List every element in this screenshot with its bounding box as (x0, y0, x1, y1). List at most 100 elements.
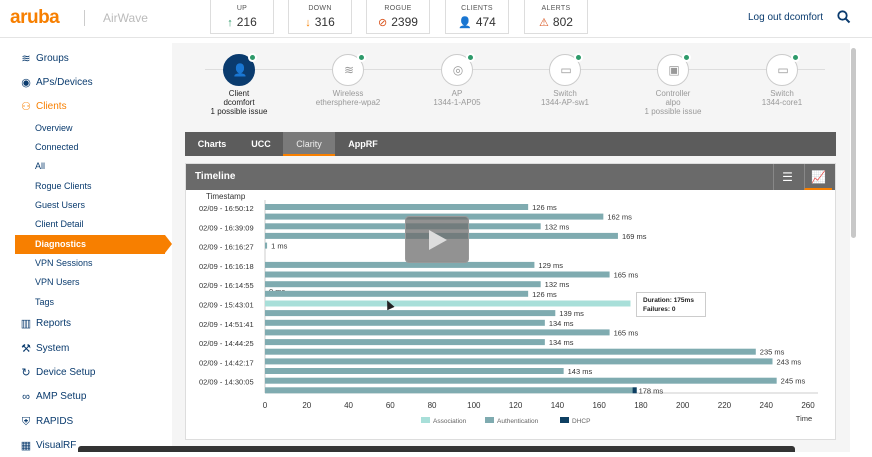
sidebar-item-label: All (35, 161, 46, 171)
legend-swatch (421, 417, 430, 423)
sidebar-subitem-client-detail[interactable]: Client Detail (15, 215, 172, 234)
video-play-button[interactable] (405, 216, 469, 263)
node-type: Switch (770, 89, 794, 98)
sidebar-subitem-all[interactable]: All (15, 157, 172, 176)
ap-icon: ◉ (21, 77, 31, 89)
node-name: alpo (665, 98, 681, 107)
timeline-bar-authentication (265, 281, 541, 288)
sidebar-item-label: VPN Users (35, 277, 80, 287)
flow-node-core-switch[interactable]: ▭ Switch 1344-core1 (737, 53, 827, 107)
bar-value-label: 132 ms (545, 280, 570, 289)
sidebar-subitem-vpn-users[interactable]: VPN Users (15, 273, 172, 292)
sidebar-item-label: VPN Sessions (35, 258, 93, 268)
logout-link[interactable]: Log out dcomfort (748, 12, 823, 23)
sidebar-item-label: Groups (36, 53, 69, 64)
sidebar-item-label: Device Setup (36, 367, 96, 378)
sidebar-item-label: Connected (35, 142, 79, 152)
status-dot (682, 53, 691, 62)
sidebar-item-label: Rogue Clients (35, 181, 92, 191)
timeline-bar-authentication (265, 348, 756, 355)
rogue-icon: ⊘ (378, 17, 388, 29)
sidebar-subitem-connected[interactable]: Connected (15, 138, 172, 157)
x-tick-label: 140 (551, 401, 565, 410)
x-tick-label: 180 (634, 401, 648, 410)
tab-charts[interactable]: Charts (185, 132, 239, 156)
flow-node-ap[interactable]: ◎ AP 1344-1-AP05 (412, 53, 502, 107)
users-icon: ⚇ (21, 101, 31, 113)
stat-alerts[interactable]: ALERTS ⚠ 802 (524, 0, 588, 34)
arrow-up-icon: ↑ (227, 17, 233, 29)
bar-value-label: 129 ms (538, 261, 563, 270)
sidebar-item-reports[interactable]: ▥ Reports (15, 313, 172, 335)
timestamp-label: 02/09 - 16:16:27 (199, 243, 254, 252)
tab-ucc[interactable]: UCC (239, 132, 283, 156)
timeline-bar-authentication (265, 358, 773, 365)
timeline-bar-authentication (265, 368, 564, 374)
bottom-overlay-bar (78, 446, 795, 452)
stat-rogue[interactable]: ROGUE ⊘ 2399 (366, 0, 430, 34)
sidebar-item-clients[interactable]: ⚇ Clients (15, 96, 172, 118)
sidebar-item-label: Overview (35, 123, 73, 133)
sidebar-item-groups[interactable]: ≋ Groups (15, 48, 172, 70)
sidebar-item-system[interactable]: ⚒ System (15, 338, 172, 360)
x-tick-label: 0 (263, 401, 268, 410)
legend-label: DHCP (572, 418, 590, 425)
bar-value-label: 169 ms (622, 232, 647, 241)
timeline-bar-authentication (265, 387, 633, 394)
flow-node-client[interactable]: 👤 Client dcomfort 1 possible issue (194, 53, 284, 116)
list-view-icon[interactable]: ☰ (773, 164, 801, 190)
search-icon[interactable] (836, 9, 852, 25)
timeline-panel: Timeline ☰ 📈 Timestamp 02/09 - 16:50:12 02… (185, 163, 836, 440)
timeline-bar-association (265, 300, 631, 307)
timestamp-label: 02/09 - 14:30:05 (199, 378, 254, 387)
bar-value-label: 139 ms (559, 309, 584, 318)
node-type: Switch (553, 89, 577, 98)
stat-clients[interactable]: CLIENTS 👤 474 (445, 0, 509, 34)
vertical-scrollbar[interactable] (851, 48, 856, 238)
sidebar-subitem-guest-users[interactable]: Guest Users (15, 196, 172, 215)
timeline-panel-header: Timeline ☰ 📈 (186, 164, 835, 190)
aruba-logo[interactable]: aruba (10, 7, 60, 29)
flow-node-controller[interactable]: ▣ Controller alpo 1 possible issue (628, 53, 718, 116)
timestamp-label: 02/09 - 15:43:01 (199, 301, 254, 310)
shield-icon: ⛨ (21, 416, 31, 428)
controller-icon: ▣ (668, 63, 680, 77)
tab-clarity[interactable]: Clarity (283, 132, 335, 156)
sidebar-subitem-diagnostics[interactable]: Diagnostics (15, 235, 172, 254)
wifi-icon: ≋ (343, 63, 355, 77)
node-type: Controller (655, 89, 691, 98)
tab-bar: Charts UCC Clarity AppRF (185, 132, 836, 156)
sidebar-subitem-tags[interactable]: Tags (15, 293, 172, 312)
sidebar-subitem-vpn-sessions[interactable]: VPN Sessions (15, 254, 172, 273)
stat-down[interactable]: DOWN ↓ 316 (288, 0, 352, 34)
stat-alerts-label: ALERTS (541, 5, 571, 12)
sidebar-item-rapids[interactable]: ⛨ RAPIDS (15, 411, 172, 433)
x-tick-label: 260 (801, 401, 815, 410)
timeline-bar-authentication (265, 261, 535, 268)
flow-node-wireless[interactable]: ≋ Wireless ethersphere-wpa2 (303, 53, 393, 107)
timestamp-label: 02/09 - 14:42:17 (199, 358, 254, 367)
bar-value-label: 132 ms (545, 222, 570, 231)
chart-view-icon[interactable]: 📈 (804, 164, 832, 190)
stat-up-label: UP (236, 5, 248, 12)
timeline-bar-authentication (265, 242, 268, 249)
node-issue: 1 possible issue (644, 107, 702, 116)
sidebar-item-label: Clients (36, 101, 67, 112)
x-tick-label: 20 (302, 401, 311, 410)
flow-node-switch[interactable]: ▭ Switch 1344-AP-sw1 (520, 53, 610, 107)
timeline-bar-authentication (265, 223, 541, 230)
sidebar-item-aps-devices[interactable]: ◉ APs/Devices (15, 72, 172, 94)
x-axis-label: Time (796, 414, 812, 423)
tab-apprf[interactable]: AppRF (335, 132, 391, 156)
timeline-bar-authentication (265, 271, 610, 278)
sidebar-item-amp-setup[interactable]: ∞ AMP Setup (15, 386, 172, 408)
sidebar-subitem-rogue-clients[interactable]: Rogue Clients (15, 177, 172, 196)
stat-up[interactable]: UP ↑ 216 (210, 0, 274, 34)
sidebar-item-device-setup[interactable]: ↻ Device Setup (15, 362, 172, 384)
tooltip-duration: Duration: 175ms (643, 297, 694, 304)
timestamp-label: 02/09 - 16:14:55 (199, 281, 254, 290)
sidebar-subitem-overview[interactable]: Overview (15, 119, 172, 138)
node-name: dcomfort (223, 98, 255, 107)
legend-swatch (485, 417, 494, 423)
stat-clients-value: 474 (475, 15, 496, 29)
